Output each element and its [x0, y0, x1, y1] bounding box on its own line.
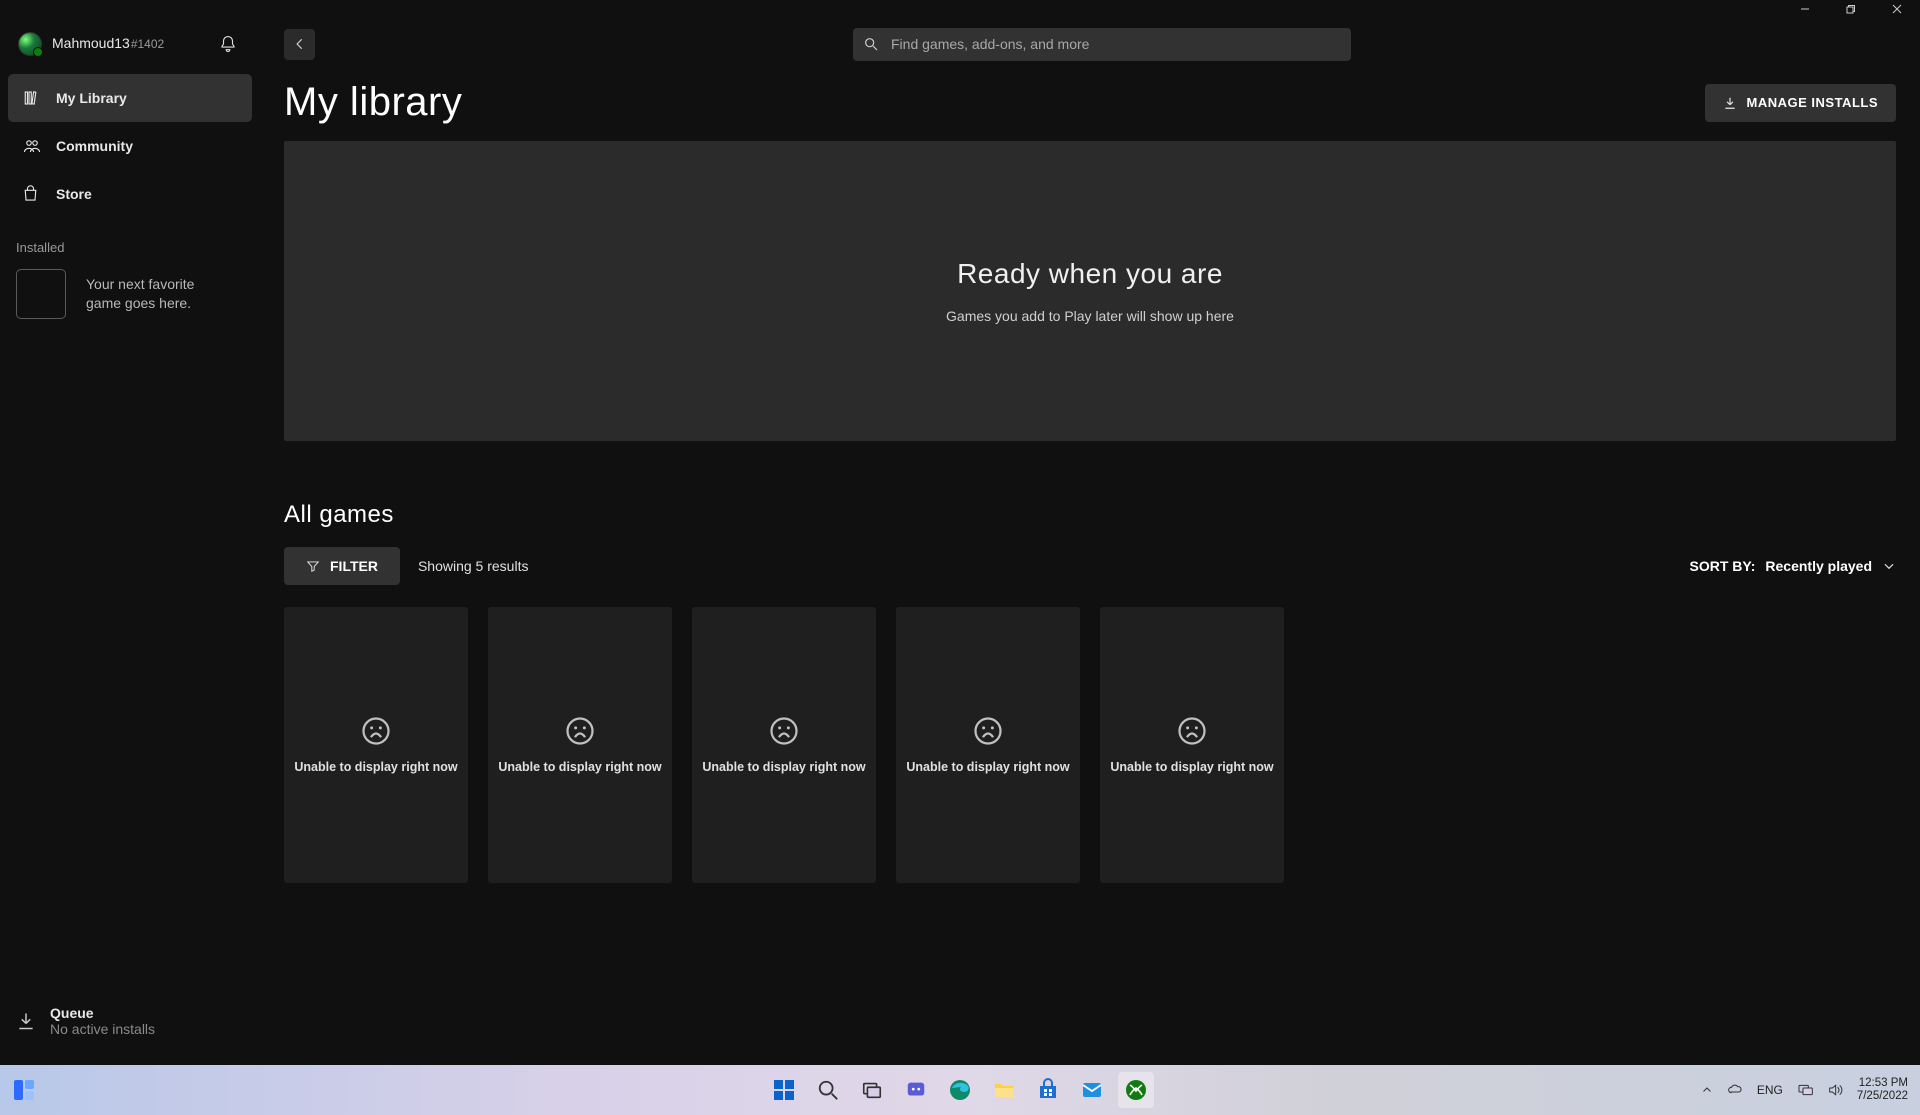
network-icon[interactable]: [1797, 1082, 1813, 1098]
game-card[interactable]: Unable to display right now: [488, 607, 672, 883]
search-button[interactable]: [810, 1072, 846, 1108]
ms-store-button[interactable]: [1030, 1072, 1066, 1108]
file-explorer-button[interactable]: [986, 1072, 1022, 1108]
sidebar-item-label: Store: [56, 186, 92, 202]
notifications-button[interactable]: [214, 30, 242, 58]
search-input[interactable]: [853, 28, 1351, 61]
clock[interactable]: 12:53 PM 7/25/2022: [1857, 1077, 1908, 1103]
time-text: 12:53 PM: [1859, 1077, 1908, 1090]
profile-row[interactable]: Mahmoud13#1402: [0, 18, 260, 70]
filter-row: FILTER Showing 5 results SORT BY: Recent…: [260, 547, 1920, 585]
onedrive-icon[interactable]: [1727, 1082, 1743, 1098]
game-card-text: Unable to display right now: [492, 760, 667, 774]
filter-label: FILTER: [330, 558, 378, 574]
taskbar-left: [12, 1078, 36, 1102]
installed-section: Installed Your next favorite game goes h…: [0, 222, 260, 319]
game-card-text: Unable to display right now: [288, 760, 463, 774]
queue-texts: Queue No active installs: [50, 1005, 155, 1037]
main-content: My library MANAGE INSTALLS Ready when yo…: [260, 18, 1920, 1065]
community-icon: [22, 136, 42, 156]
edge-button[interactable]: [942, 1072, 978, 1108]
all-games-title: All games: [260, 441, 1920, 547]
sort-label: SORT BY:: [1690, 558, 1756, 574]
username: Mahmoud13: [52, 35, 130, 51]
task-view-button[interactable]: [854, 1072, 890, 1108]
xbox-app-button[interactable]: [1118, 1072, 1154, 1108]
sort-value: Recently played: [1765, 558, 1872, 574]
game-card-text: Unable to display right now: [900, 760, 1075, 774]
page-title: My library: [284, 80, 462, 125]
installed-placeholder-box: [16, 269, 66, 319]
filter-button[interactable]: FILTER: [284, 547, 400, 585]
search-container: [853, 28, 1351, 61]
library-icon: [22, 88, 42, 108]
sidebar-item-label: My Library: [56, 90, 127, 106]
store-icon: [22, 184, 42, 204]
taskbar-right: ENG 12:53 PM 7/25/2022: [1701, 1077, 1908, 1103]
minimize-button[interactable]: [1782, 0, 1828, 18]
manage-installs-button[interactable]: MANAGE INSTALLS: [1705, 84, 1896, 122]
sad-face-icon: [565, 716, 595, 746]
queue-row[interactable]: Queue No active installs: [0, 977, 260, 1065]
widgets-button[interactable]: [12, 1078, 36, 1102]
queue-subtitle: No active installs: [50, 1021, 155, 1037]
windows-taskbar: ENG 12:53 PM 7/25/2022: [0, 1065, 1920, 1115]
chevron-down-icon: [1882, 559, 1896, 573]
download-icon: [16, 1011, 36, 1031]
chevron-left-icon: [293, 37, 307, 51]
search-icon: [863, 36, 879, 52]
sad-face-icon: [973, 716, 1003, 746]
sort-dropdown[interactable]: SORT BY: Recently played: [1690, 558, 1896, 574]
installed-placeholder-row[interactable]: Your next favorite game goes here.: [16, 269, 244, 319]
tray-chevron-up-icon[interactable]: [1701, 1084, 1713, 1096]
topbar: [260, 18, 1920, 70]
sad-face-icon: [361, 716, 391, 746]
sad-face-icon: [769, 716, 799, 746]
taskbar-center: [766, 1072, 1154, 1108]
sidebar-item-store[interactable]: Store: [8, 170, 252, 218]
date-text: 7/25/2022: [1857, 1090, 1908, 1103]
hero-title: Ready when you are: [957, 258, 1223, 290]
close-button[interactable]: [1874, 0, 1920, 18]
page-header: My library MANAGE INSTALLS: [260, 70, 1920, 141]
game-card-text: Unable to display right now: [1104, 760, 1279, 774]
mail-button[interactable]: [1074, 1072, 1110, 1108]
game-card-text: Unable to display right now: [696, 760, 871, 774]
avatar: [18, 32, 42, 56]
game-card[interactable]: Unable to display right now: [284, 607, 468, 883]
results-text: Showing 5 results: [418, 558, 529, 574]
volume-icon[interactable]: [1827, 1082, 1843, 1098]
username-block: Mahmoud13#1402: [52, 35, 164, 53]
queue-title: Queue: [50, 1005, 155, 1021]
bell-icon: [219, 35, 237, 53]
xbox-app-window: Mahmoud13#1402 My Library Comm: [0, 0, 1920, 1065]
manage-installs-label: MANAGE INSTALLS: [1747, 95, 1878, 110]
game-card[interactable]: Unable to display right now: [1100, 607, 1284, 883]
sidebar-item-community[interactable]: Community: [8, 122, 252, 170]
sad-face-icon: [1177, 716, 1207, 746]
game-card[interactable]: Unable to display right now: [896, 607, 1080, 883]
hero-subtitle: Games you add to Play later will show up…: [946, 308, 1234, 324]
game-card[interactable]: Unable to display right now: [692, 607, 876, 883]
back-button[interactable]: [284, 29, 315, 60]
sidebar: Mahmoud13#1402 My Library Comm: [0, 18, 260, 1065]
filter-icon: [306, 559, 320, 573]
start-button[interactable]: [766, 1072, 802, 1108]
play-later-hero: Ready when you are Games you add to Play…: [284, 141, 1896, 441]
chat-button[interactable]: [898, 1072, 934, 1108]
user-tag: #1402: [131, 37, 164, 51]
game-cards-row: Unable to display right now Unable to di…: [260, 585, 1920, 883]
sidebar-nav: My Library Community Store: [0, 70, 260, 222]
sidebar-item-label: Community: [56, 138, 133, 154]
installed-label: Installed: [16, 240, 244, 255]
sidebar-item-my-library[interactable]: My Library: [8, 74, 252, 122]
installed-placeholder-text: Your next favorite game goes here.: [86, 275, 194, 313]
titlebar: [0, 0, 1920, 18]
language-indicator[interactable]: ENG: [1757, 1083, 1783, 1097]
maximize-button[interactable]: [1828, 0, 1874, 18]
window-controls: [1782, 0, 1920, 18]
download-icon: [1723, 96, 1737, 110]
